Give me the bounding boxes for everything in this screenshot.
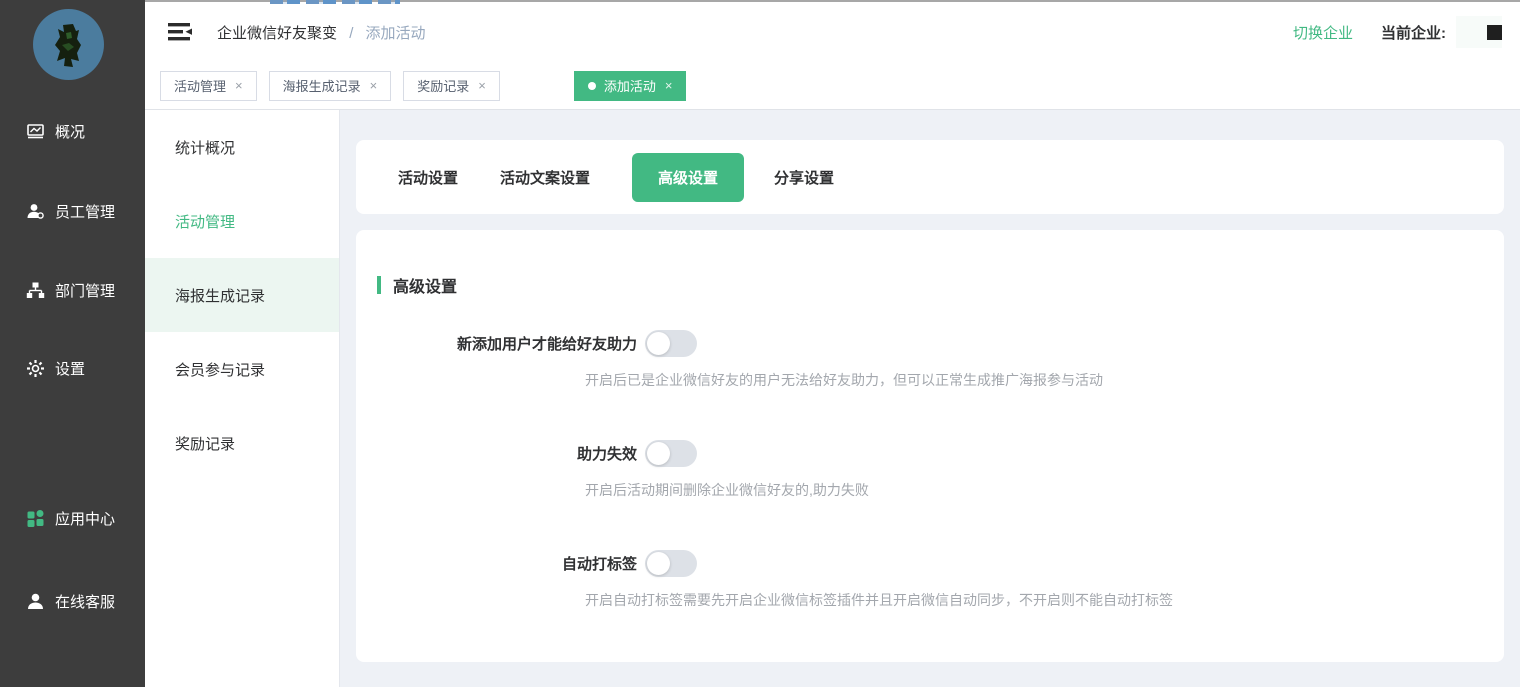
collapse-menu-icon[interactable]: [167, 21, 193, 43]
breadcrumb-separator: /: [349, 25, 353, 42]
tag-label: 添加活动: [604, 76, 656, 95]
close-icon[interactable]: ×: [235, 78, 243, 93]
sidebar-item-app-center[interactable]: 应用中心: [0, 503, 145, 533]
subnav-label: 海报生成记录: [175, 285, 265, 306]
setting-row-assist-invalid: 助力失效 开启后活动期间删除企业微信好友的,助力失败: [356, 440, 1456, 500]
toggle-auto-tag-off[interactable]: [645, 550, 697, 577]
settings-tabs-card: 活动设置 活动文案设置 高级设置 分享设置: [356, 140, 1504, 214]
setting-hint: 开启后活动期间删除企业微信好友的,助力失败: [585, 480, 1456, 500]
settings-gear-icon: [26, 359, 45, 378]
subnav-statistics-overview[interactable]: 统计概况: [145, 110, 339, 184]
sidebar-item-label: 在线客服: [55, 591, 115, 612]
avatar: [33, 9, 104, 80]
online-support-icon: [26, 592, 45, 611]
breadcrumb: 企业微信好友聚变 / 添加活动: [217, 22, 426, 43]
sidebar-item-overview[interactable]: 概况: [0, 116, 145, 146]
section-title: 高级设置: [393, 273, 457, 297]
overview-chart-icon: [26, 122, 45, 141]
switch-company-link[interactable]: 切换企业: [1293, 22, 1353, 43]
current-company-label: 当前企业:: [1381, 22, 1446, 43]
primary-sidebar: 概况 员工管理 部门管理 设置 应用中心: [0, 0, 145, 687]
tab-activity-settings[interactable]: 活动设置: [398, 167, 458, 188]
subnav-reward-records[interactable]: 奖励记录: [145, 406, 339, 480]
setting-row-auto-tag: 自动打标签 开启自动打标签需要先开启企业微信标签插件并且开启微信自动同步，不开启…: [356, 550, 1456, 610]
sidebar-item-label: 概况: [55, 121, 85, 142]
toggle-knob: [647, 332, 670, 355]
tag-poster-records[interactable]: 海报生成记录 ×: [269, 71, 392, 101]
tag-label: 奖励记录: [417, 76, 469, 95]
sidebar-item-label: 应用中心: [55, 508, 115, 529]
setting-label: 助力失效: [356, 443, 637, 464]
sidebar-item-label: 设置: [55, 358, 85, 379]
open-tabs-bar: 活动管理 × 海报生成记录 × 奖励记录 × 添加活动 ×: [145, 62, 1520, 110]
setting-row-new-user-assist: 新添加用户才能给好友助力 开启后已是企业微信好友的用户无法给好友助力，但可以正常…: [356, 330, 1456, 390]
close-icon[interactable]: ×: [370, 78, 378, 93]
company-logo-placeholder: [1456, 16, 1502, 48]
clipped-selection-artifact: [270, 0, 400, 4]
advanced-settings-panel: 高级设置 新添加用户才能给好友助力 开启后已是企业微信好友的用户无法给好友助力，…: [356, 230, 1504, 662]
tag-reward-records[interactable]: 奖励记录 ×: [403, 71, 500, 101]
company-logo-icon: [1487, 25, 1502, 40]
subnav-label: 统计概况: [175, 137, 235, 158]
sidebar-item-label: 员工管理: [55, 201, 115, 222]
setting-hint: 开启后已是企业微信好友的用户无法给好友助力，但可以正常生成推广海报参与活动: [585, 370, 1456, 390]
subnav-label: 活动管理: [175, 211, 235, 232]
subnav-label: 会员参与记录: [175, 359, 265, 380]
app-window: 概况 员工管理 部门管理 设置 应用中心: [0, 0, 1520, 687]
avatar-figure: [49, 23, 89, 69]
main-content: 活动设置 活动文案设置 高级设置 分享设置 高级设置 新添加用户才能给好友助力 …: [340, 110, 1520, 687]
staff-icon: [26, 202, 45, 221]
tag-activity-management[interactable]: 活动管理 ×: [160, 71, 257, 101]
sidebar-item-online-support[interactable]: 在线客服: [0, 586, 145, 616]
sidebar-item-department[interactable]: 部门管理: [0, 275, 145, 305]
section-header: 高级设置: [377, 273, 457, 297]
header-right: 切换企业 当前企业:: [1293, 16, 1502, 48]
toggle-knob: [647, 552, 670, 575]
sidebar-item-label: 部门管理: [55, 280, 115, 301]
setting-label: 新添加用户才能给好友助力: [356, 333, 637, 354]
subnav-member-participation[interactable]: 会员参与记录: [145, 332, 339, 406]
tab-share-settings[interactable]: 分享设置: [774, 167, 834, 188]
tag-label: 活动管理: [174, 76, 226, 95]
toggle-knob: [647, 442, 670, 465]
subnav-poster-records[interactable]: 海报生成记录: [145, 258, 339, 332]
subnav-label: 奖励记录: [175, 433, 235, 454]
active-dot-icon: [588, 82, 596, 90]
section-accent-bar: [377, 276, 381, 294]
toggle-assist-invalid-off[interactable]: [645, 440, 697, 467]
sidebar-item-staff[interactable]: 员工管理: [0, 196, 145, 226]
tab-copywriting-settings[interactable]: 活动文案设置: [500, 167, 590, 188]
department-icon: [26, 281, 45, 300]
setting-label: 自动打标签: [356, 553, 637, 574]
subnav-activity-management[interactable]: 活动管理: [145, 184, 339, 258]
close-icon[interactable]: ×: [478, 78, 486, 93]
toggle-new-user-assist-off[interactable]: [645, 330, 697, 357]
tag-add-activity-active[interactable]: 添加活动 ×: [574, 71, 687, 101]
tag-label: 海报生成记录: [283, 76, 361, 95]
header: 企业微信好友聚变 / 添加活动 切换企业 当前企业:: [145, 0, 1520, 62]
breadcrumb-current: 添加活动: [366, 25, 426, 42]
breadcrumb-root[interactable]: 企业微信好友聚变: [217, 25, 337, 42]
secondary-sidebar: 统计概况 活动管理 海报生成记录 会员参与记录 奖励记录: [145, 110, 340, 687]
setting-hint: 开启自动打标签需要先开启企业微信标签插件并且开启微信自动同步，不开启则不能自动打…: [585, 590, 1456, 610]
tab-advanced-settings-active[interactable]: 高级设置: [632, 153, 744, 202]
sidebar-item-settings[interactable]: 设置: [0, 353, 145, 383]
close-icon[interactable]: ×: [665, 78, 673, 93]
app-center-icon: [26, 509, 45, 528]
